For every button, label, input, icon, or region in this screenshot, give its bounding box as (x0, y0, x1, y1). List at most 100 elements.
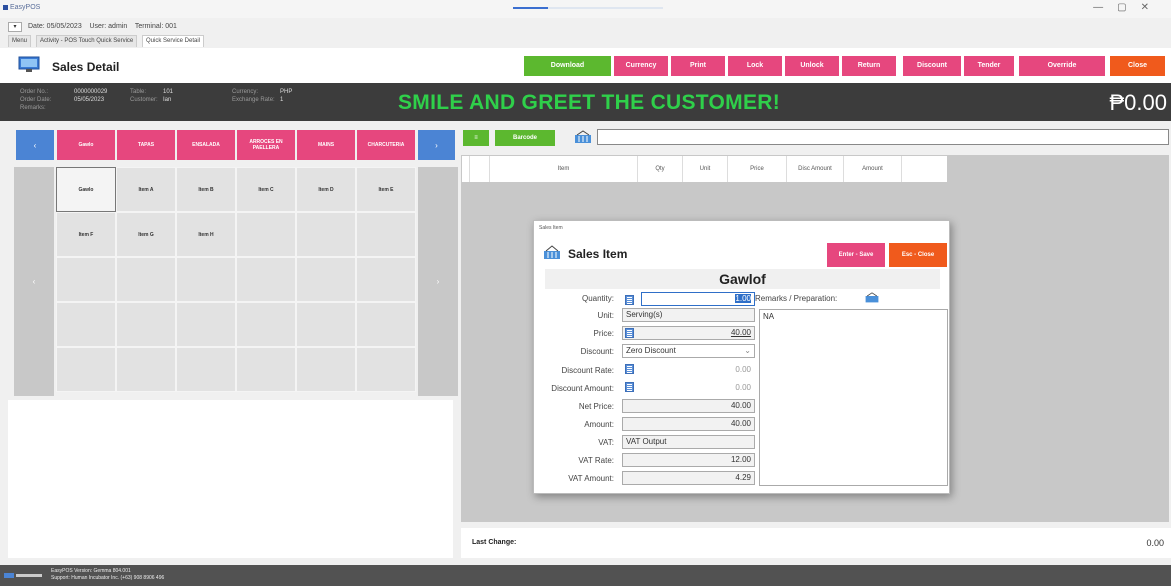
calculator-icon[interactable] (625, 364, 634, 374)
barcode-bar: ≡ Barcode (461, 128, 1171, 148)
calculator-icon[interactable] (625, 295, 634, 305)
column-header[interactable]: Item (490, 156, 638, 182)
item-next-button[interactable]: › (418, 167, 458, 396)
net-price-label: Net Price: (578, 402, 614, 411)
item-button[interactable]: Item C (236, 167, 296, 212)
menu-toggle-button[interactable]: ≡ (463, 130, 489, 146)
discount-rate-field: 0.00 (638, 363, 755, 377)
override-button[interactable]: Override (1019, 56, 1105, 76)
category-button[interactable]: Gawlo (57, 130, 115, 160)
basket-icon[interactable] (864, 292, 880, 304)
discount-value: Zero Discount (626, 346, 676, 355)
item-prev-button[interactable]: ‹ (14, 167, 54, 396)
unlock-button[interactable]: Unlock (785, 56, 839, 76)
column-header[interactable]: Disc Amount (787, 156, 844, 182)
app-logo-icon (3, 5, 8, 10)
select-column (470, 156, 490, 182)
return-button[interactable]: Return (842, 56, 896, 76)
brand-logo-icon (4, 573, 42, 578)
version-info: EasyPOS Version: Gemma 804.001 Support: … (51, 568, 165, 581)
item-button[interactable]: Item E (356, 167, 416, 212)
tab-activity[interactable]: Activity - POS Touch Quick Service (36, 35, 138, 47)
barcode-button[interactable]: Barcode (495, 130, 555, 146)
currency-button[interactable]: Currency (614, 56, 668, 76)
table-values: 101 Ian (163, 89, 174, 103)
currency-values: PHP 1 (280, 89, 293, 103)
empty-item-slot (56, 257, 116, 302)
order-total: ₱0.00 (1109, 90, 1168, 115)
calculator-icon[interactable] (625, 328, 634, 338)
empty-item-slot (236, 302, 296, 347)
column-header[interactable]: Amount (844, 156, 902, 182)
remarks-textarea[interactable]: NA (759, 309, 948, 486)
discount-select[interactable]: Zero Discount ⌄ (622, 344, 755, 358)
item-button[interactable]: Item B (176, 167, 236, 212)
item-button[interactable]: Gawlo (56, 167, 116, 212)
order-values: 0000000029 05/05/2023 (74, 89, 108, 103)
column-header[interactable]: Price (728, 156, 787, 182)
footer: EasyPOS Version: Gemma 804.001 Support: … (0, 565, 1171, 586)
price-field[interactable]: 40.00 (622, 326, 755, 340)
vat-rate-field: 12.00 (622, 453, 755, 467)
empty-item-slot (356, 257, 416, 302)
barcode-input[interactable] (597, 129, 1169, 145)
amount-label: Amount: (584, 420, 614, 429)
empty-item-slot (56, 347, 116, 392)
empty-item-slot (116, 257, 176, 302)
discount-label: Discount: (580, 347, 614, 356)
item-button[interactable]: Item D (296, 167, 356, 212)
close-button[interactable]: Close (1110, 56, 1165, 76)
save-button[interactable]: Enter - Save (827, 243, 885, 267)
vat-amount-field: 4.29 (622, 471, 755, 485)
order-info-bar: Order No.: Order Date: Remarks: 00000000… (0, 83, 1171, 121)
empty-item-slot (296, 302, 356, 347)
order-labels: Order No.: Order Date: Remarks: (20, 89, 52, 111)
page-header: Sales Detail Download Currency Print Loc… (0, 48, 1171, 83)
column-header[interactable]: Unit (683, 156, 728, 182)
column-header[interactable]: Qty (638, 156, 683, 182)
last-change-value: 0.00 (1146, 538, 1164, 548)
quantity-input[interactable]: 1.00 (641, 292, 755, 306)
price-label: Price: (593, 329, 614, 338)
print-button[interactable]: Print (671, 56, 725, 76)
empty-item-slot (356, 302, 416, 347)
download-button[interactable]: Download (524, 56, 611, 76)
window-controls[interactable]: —▢✕ (1093, 2, 1163, 13)
tender-button[interactable]: Tender (964, 56, 1014, 76)
empty-item-slot (116, 347, 176, 392)
category-button[interactable]: ENSALADA (177, 130, 235, 160)
sales-item-dialog: Sales Item Sales Item Enter - Save Esc -… (533, 220, 950, 494)
item-button[interactable]: Item A (116, 167, 176, 212)
item-button[interactable]: Item F (56, 212, 116, 257)
last-change-label: Last Change: (472, 539, 517, 546)
item-button[interactable]: Item H (176, 212, 236, 257)
category-prev-button[interactable]: ‹ (16, 130, 54, 160)
basket-icon (575, 130, 591, 143)
category-button[interactable]: ARROCES EN PAELLERA (237, 130, 295, 160)
tab-menu[interactable]: Menu (8, 35, 32, 47)
empty-item-slot (236, 212, 296, 257)
category-button[interactable]: CHARCUTERIA (357, 130, 415, 160)
status-line: ▾ Date: 05/05/2023 User: admin Terminal:… (0, 20, 1171, 34)
item-button[interactable]: Item G (116, 212, 176, 257)
dialog-close-button[interactable]: Esc - Close (889, 243, 947, 267)
category-next-button[interactable]: › (418, 130, 455, 160)
category-button[interactable]: MAINS (297, 130, 355, 160)
discount-button[interactable]: Discount (903, 56, 961, 76)
table-labels: Table: Customer: (130, 89, 158, 103)
net-price-field: 40.00 (622, 399, 755, 413)
empty-item-slot (356, 347, 416, 392)
menu-dropdown-button[interactable]: ▾ (8, 22, 22, 32)
empty-item-slot (296, 347, 356, 392)
lock-button[interactable]: Lock (728, 56, 782, 76)
unit-label: Unit: (597, 311, 614, 320)
tab-quick-service-detail[interactable]: Quick Service Detail (142, 35, 205, 47)
discount-amount-label: Discount Amount: (551, 384, 614, 393)
chevron-down-icon: ⌄ (744, 346, 751, 355)
empty-item-slot (356, 212, 416, 257)
category-button[interactable]: TAPAS (117, 130, 175, 160)
row-header-column (462, 156, 470, 182)
empty-item-slot (176, 302, 236, 347)
calculator-icon[interactable] (625, 382, 634, 392)
empty-item-slot (176, 347, 236, 392)
